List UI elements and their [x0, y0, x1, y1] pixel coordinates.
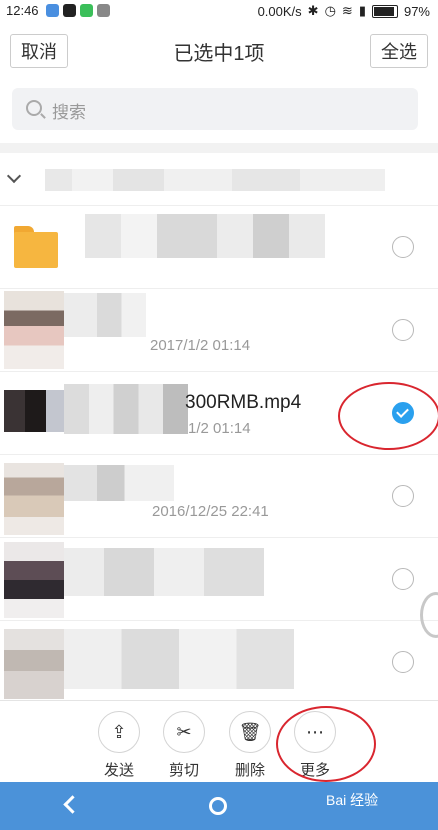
- net-speed: 0.00K/s: [257, 3, 302, 19]
- file-row[interactable]: [0, 538, 438, 621]
- annotation-circle: [276, 706, 376, 782]
- group-header[interactable]: [0, 153, 438, 206]
- blurred-file-name: [64, 384, 188, 434]
- select-radio[interactable]: [392, 568, 414, 590]
- scissors-icon: ✂: [163, 711, 205, 753]
- file-row[interactable]: 2016/12/25 22:41: [0, 455, 438, 538]
- status-time: 12:46: [6, 3, 39, 18]
- trash-icon: 🗑: [229, 711, 271, 753]
- blurred-group-title: [45, 169, 385, 191]
- notification-icons: [46, 4, 110, 17]
- app-notification-icon: [63, 4, 76, 17]
- select-radio[interactable]: [392, 319, 414, 341]
- select-radio[interactable]: [392, 651, 414, 673]
- file-name: 300RMB.mp4: [185, 392, 302, 413]
- search-input[interactable]: 搜索: [12, 88, 418, 130]
- battery-icon: [371, 4, 398, 18]
- blurred-file-name: [85, 214, 325, 258]
- send-button[interactable]: ⇪ 发送: [97, 711, 141, 780]
- wifi-icon: ≋: [341, 3, 353, 18]
- battery-percent: 97%: [403, 3, 430, 19]
- app-notification-icon: [80, 4, 93, 17]
- chevron-down-icon[interactable]: [6, 168, 22, 184]
- selection-header: 取消 已选中1项 全选: [0, 22, 438, 78]
- annotation-circle: [338, 382, 438, 450]
- file-meta: 2017/1/2 01:14: [150, 337, 251, 354]
- blurred-file-name: [64, 548, 264, 596]
- video-thumbnail: [4, 291, 64, 369]
- video-thumbnail: [4, 463, 64, 535]
- search-placeholder: 搜索: [52, 103, 86, 122]
- status-bar: 12:46 0.00K/s ✱ ◷ ≋ ▮ 97%: [0, 0, 438, 22]
- video-thumbnail: [4, 390, 64, 432]
- file-meta: 1/2 01:14: [188, 420, 251, 437]
- signal-icon: ▮: [358, 3, 366, 18]
- select-all-button[interactable]: 全选: [370, 34, 428, 68]
- action-label: 发送: [103, 762, 134, 779]
- file-meta: 2016/12/25 22:41: [152, 503, 269, 520]
- section-divider: [0, 143, 438, 153]
- share-icon: ⇪: [98, 711, 140, 753]
- search-icon: [26, 100, 42, 116]
- cut-button[interactable]: ✂ 剪切: [162, 711, 206, 780]
- blurred-file-name: [64, 465, 174, 501]
- folder-icon: [14, 226, 58, 268]
- file-row[interactable]: 2017/1/2 01:14: [0, 289, 438, 372]
- select-radio[interactable]: [392, 485, 414, 507]
- status-right: 0.00K/s ✱ ◷ ≋ ▮ 97%: [258, 3, 430, 19]
- action-label: 删除: [234, 762, 265, 779]
- video-thumbnail: [4, 542, 64, 618]
- bluetooth-icon: ✱: [307, 3, 319, 18]
- select-radio[interactable]: [392, 236, 414, 258]
- back-icon[interactable]: [63, 795, 82, 814]
- file-row[interactable]: [0, 206, 438, 289]
- home-icon[interactable]: [209, 797, 227, 815]
- video-thumbnail: [4, 629, 64, 699]
- alarm-icon: ◷: [324, 3, 336, 18]
- blurred-file-name: [64, 629, 294, 689]
- blurred-file-name: [64, 293, 146, 337]
- delete-button[interactable]: 🗑 删除: [228, 711, 272, 780]
- app-notification-icon: [46, 4, 59, 17]
- app-notification-icon: [97, 4, 110, 17]
- watermark: Bai 经验: [326, 792, 379, 808]
- file-row[interactable]: [0, 621, 438, 704]
- action-label: 剪切: [168, 762, 199, 779]
